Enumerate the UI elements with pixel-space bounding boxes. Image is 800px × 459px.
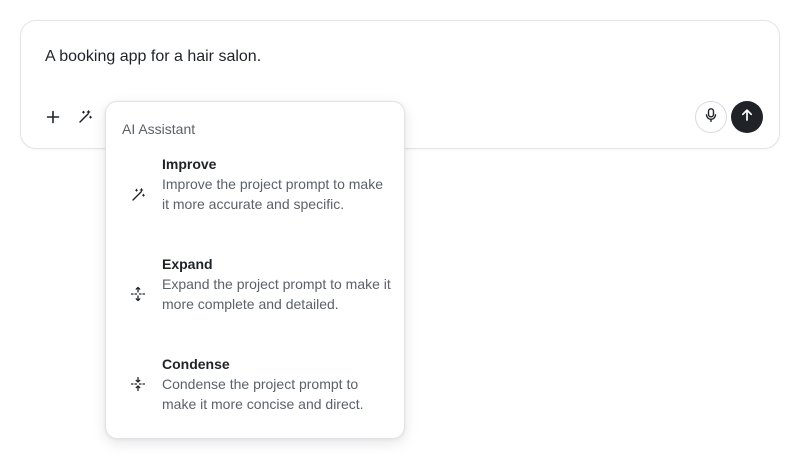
microphone-icon — [703, 107, 719, 128]
voice-input-button[interactable] — [695, 101, 727, 133]
expand-icon — [128, 284, 148, 304]
send-button[interactable] — [731, 101, 763, 133]
arrow-up-icon — [740, 108, 754, 127]
add-attachment-button[interactable] — [39, 103, 67, 131]
menu-item-description: Condense the project prompt to make it m… — [162, 376, 364, 412]
plus-icon — [46, 110, 60, 124]
menu-title: AI Assistant — [122, 121, 196, 137]
ai-assistant-menu: AI Assistant Improve Improve the project… — [105, 101, 405, 439]
prompt-input[interactable]: A booking app for a hair salon. — [45, 47, 261, 67]
magic-wand-icon — [77, 109, 93, 125]
condense-icon — [128, 374, 148, 394]
menu-item-condense[interactable]: Condense Condense the project prompt to … — [106, 354, 404, 414]
menu-item-description: Expand the project prompt to make it mor… — [162, 276, 391, 312]
ai-assistant-button[interactable] — [71, 103, 99, 131]
menu-item-description: Improve the project prompt to make it mo… — [162, 176, 383, 212]
menu-item-label: Improve — [162, 156, 217, 172]
menu-item-label: Expand — [162, 256, 213, 272]
menu-item-label: Condense — [162, 356, 230, 372]
magic-wand-icon — [128, 185, 148, 205]
menu-item-improve[interactable]: Improve Improve the project prompt to ma… — [106, 154, 404, 234]
menu-item-expand[interactable]: Expand Expand the project prompt to make… — [106, 254, 404, 334]
